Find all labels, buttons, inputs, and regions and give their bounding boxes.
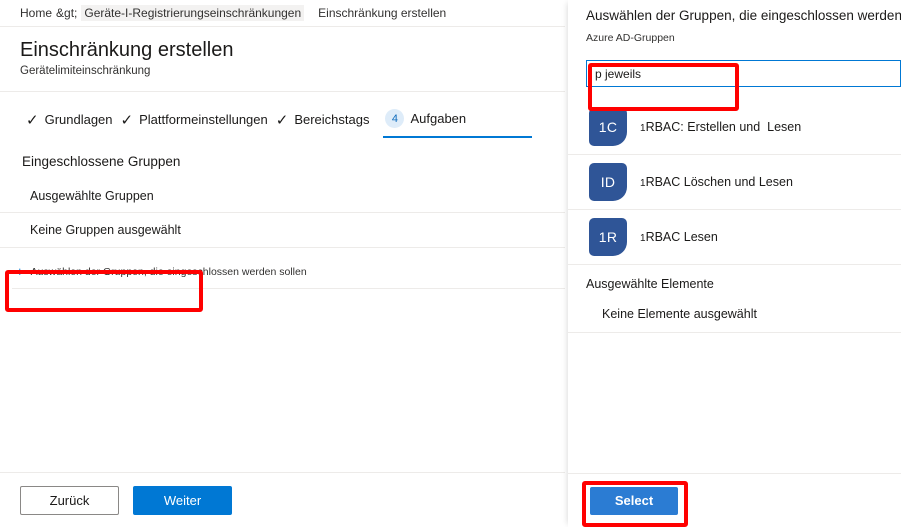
wizard-step-plattformeinstellungen[interactable]: ✓ Plattformeinstellungen [117,112,272,138]
wizard-step-label: Bereichstags [294,112,370,127]
list-item-suffix: Lesen [767,120,802,134]
selected-items-title: Ausgewählte Elemente [586,277,714,291]
check-icon: ✓ [26,111,39,129]
check-icon: ✓ [120,111,134,129]
search-input[interactable] [586,60,901,87]
pane-spacer [568,333,901,473]
selected-groups-header: Ausgewählte Gruppen [0,183,565,213]
divider [12,288,565,289]
list-item[interactable]: 1R 1RBAC Lesen [568,210,901,265]
wizard-step-aufgaben[interactable]: 4 Aufgaben [373,109,532,138]
pane-header: Auswählen der Gruppen, die eingeschlosse… [568,0,901,51]
avatar: ID [589,163,627,201]
list-item-label: 1RBAC Löschen und Lesen [640,175,793,189]
search-results-list: 1C 1RBAC: Erstellen und Lesen ID 1RBAC L… [568,100,901,265]
blade-footer: Zurück Weiter [0,472,565,527]
check-icon: ✓ [275,111,289,129]
list-item[interactable]: ID 1RBAC Löschen und Lesen [568,155,901,210]
add-groups-row: + Auswählen der Gruppen, die eingeschlos… [0,248,565,289]
breadcrumb-create-restriction[interactable]: Einschränkung erstellen [318,6,446,20]
breadcrumb-enrollment-restrictions[interactable]: Geräte-I-Registrierungseinschränkungen [81,5,305,21]
list-item-name: RBAC: Erstellen und [645,120,761,134]
selected-groups-empty: Keine Gruppen ausgewählt [0,213,565,248]
page-subtitle: Gerätelimiteinschränkung [20,65,151,77]
plus-icon: + [16,264,24,279]
list-item[interactable]: 1C 1RBAC: Erstellen und Lesen [568,100,901,155]
pane-footer: Select [568,473,901,527]
breadcrumb-home[interactable]: Home [20,6,52,20]
wizard-step-label: Plattformeinstellungen [139,112,268,127]
create-restriction-blade: Home &gt; Geräte-I-Registrierungseinschr… [0,0,565,527]
wizard-step-grundlagen[interactable]: ✓ Grundlagen [22,112,117,138]
list-item-label: 1RBAC: Erstellen und Lesen [640,120,801,134]
add-groups-link[interactable]: + Auswählen der Gruppen, die eingeschlos… [12,262,311,281]
next-button[interactable]: Weiter [133,485,232,515]
list-item-name: RBAC [645,175,681,189]
blade-header: Einschränkung erstellen Gerätelimiteinsc… [0,27,565,92]
list-item-suffix: Löschen und [683,175,756,189]
search-row [568,51,901,87]
avatar: 1R [589,218,627,256]
page-title: Einschränkung erstellen [20,39,234,61]
list-item-name: RBAC [645,230,681,244]
list-item-suffix-2: Lesen [758,175,793,189]
list-item-label: 1RBAC Lesen [640,230,718,244]
avatar: 1C [589,108,627,146]
select-groups-pane: Auswählen der Gruppen, die eingeschlosse… [568,0,901,527]
wizard-step-bereichstags[interactable]: ✓ Bereichstags [272,112,374,138]
wizard-step-label: Grundlagen [44,112,113,127]
wizard-step-label: Aufgaben [410,110,467,126]
add-groups-link-label: Auswählen der Gruppen, die eingeschlosse… [30,265,307,278]
step-number-badge: 4 [385,109,405,128]
list-item-suffix: Lesen [683,230,718,244]
back-button[interactable]: Zurück [20,485,119,515]
select-button[interactable]: Select [590,486,678,515]
pane-subtitle: Azure AD-Gruppen [586,32,675,44]
wizard-steps: ✓ Grundlagen ✓ Plattformeinstellungen ✓ … [0,92,565,138]
section-title-included-groups: Eingeschlossene Gruppen [22,154,181,169]
breadcrumb: Home &gt; Geräte-I-Registrierungseinschr… [0,0,565,27]
breadcrumb-separator: &gt; [56,6,78,20]
blade-body: Eingeschlossene Gruppen Ausgewählte Grup… [0,138,565,472]
selected-items-empty: Keine Elemente ausgewählt [568,299,901,333]
pane-title: Auswählen der Gruppen, die eingeschlosse… [586,8,901,23]
